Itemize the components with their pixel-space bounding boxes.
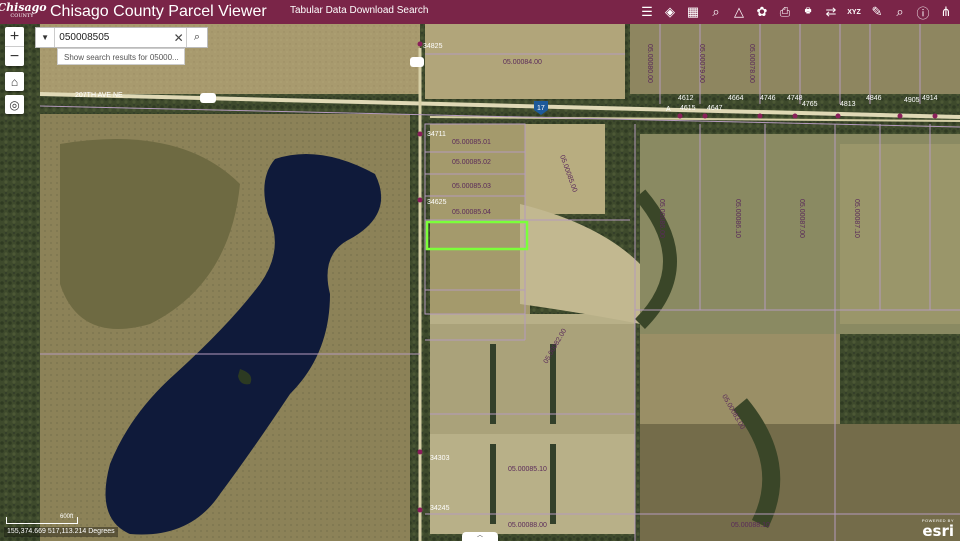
search-source-dropdown[interactable]: ▼ [36,28,56,47]
address-label: 4914 [922,95,938,102]
search-submit-button[interactable]: ⌕ [185,28,207,47]
address-label: 34303 [430,455,450,462]
palette-icon: ✿ [756,4,768,19]
share-icon: ⋔ [940,4,952,19]
print-icon: ⎙ [779,4,791,19]
address-label: 4846 [866,95,882,102]
measure-button[interactable]: △ [729,2,749,22]
app-header: Chisago COUNTY Chisago County Parcel View… [0,0,960,24]
directions-button[interactable]: ⇄ [821,2,841,22]
address-label: 4647 [707,105,723,112]
chevron-down-icon: ▼ [41,33,50,42]
parcel-label: 05.00085.10 [508,466,547,473]
close-icon: ✕ [173,30,184,45]
address-label: 4813 [840,101,856,108]
print-button[interactable]: ⎙ [775,2,795,22]
search-button[interactable]: ⌕ [890,2,910,22]
esri-logo: POWERED BY esri [922,518,954,541]
address-label: 34625 [427,199,447,206]
clear-search-button[interactable]: ✕ [171,31,186,45]
home-icon: ⌂ [10,74,19,89]
measure-icon: △ [734,4,744,19]
parcel-label: 05.00085.04 [452,209,491,216]
directions-icon: ⇄ [825,4,837,19]
coordinate-readout: 155,374.669 517,113.214 Degrees [4,527,118,537]
zoom-control: + − [5,27,24,66]
locate-icon: ◎ [9,97,20,112]
tabular-download-link[interactable]: Tabular Data Download Search [290,5,428,16]
layers-icon: ◈ [665,4,675,19]
draw-icon: ✎ [871,4,883,19]
info-icon: ⓘ [916,5,930,21]
search-suggestion[interactable]: Show search results for 05000... [57,48,185,65]
basemap-gallery-icon: ▦ [686,4,700,19]
zoom-out-button[interactable]: − [5,46,24,66]
route-17-label: 17 [537,105,545,112]
palette-button[interactable]: ✿ [752,2,772,22]
road-label-207th-ave: 207TH AVE NE [75,92,123,99]
parcel-label: 05.00086.10 [734,199,741,238]
address-label: 4905 [904,97,920,104]
parcel-label: 05.00088.10 [731,522,770,529]
parcel-label: 05.00085.01 [452,139,491,146]
printer-icon: 🖶 [804,7,812,15]
map-view[interactable]: 05.00084.00 05.00085.01 05.00085.02 05.0008… [0,24,960,541]
attribution-toggle[interactable]: ︿ [462,532,498,541]
search-icon: ⌕ [193,31,201,43]
layers-button[interactable]: ◈ [660,2,680,22]
county-logo[interactable]: Chisago COUNTY [0,0,47,24]
parcel-label: 05.00080.00 [646,44,653,83]
query-button[interactable]: ⌕ [706,2,726,22]
address-label: 4748 [787,95,803,102]
query-icon: ⌕ [712,4,720,19]
scale-label: 600ft [60,514,74,520]
address-label: 4746 [760,95,776,102]
route-9-label: 9 [205,96,209,103]
parcel-label: 05.00088.00 [508,522,547,529]
zoom-in-button[interactable]: + [5,27,24,46]
address-label: 34825 [423,43,443,50]
draw-button[interactable]: ✎ [867,2,887,22]
road-label-a: A [666,106,671,113]
search-widget: ▼ ✕ ⌕ [35,27,208,48]
parcel-label: 05.00078.00 [748,44,755,83]
address-label: 4612 [678,95,694,102]
parcel-label: 05.00086.00 [658,199,665,238]
home-button[interactable]: ⌂ [5,72,24,91]
coordinate-xyz-button[interactable]: XYZ [844,2,864,22]
parcel-label: 05.00087.10 [853,199,860,238]
search-input[interactable] [55,32,172,43]
info-button[interactable]: ⓘ [913,2,933,22]
app-title: Chisago County Parcel Viewer [50,3,267,20]
parcel-label: 05.00085.03 [452,183,491,190]
address-label: 4765 [802,101,818,108]
address-label: 34245 [430,505,450,512]
route-49-label: 49 [413,60,421,67]
parcel-label: 05.00084.00 [503,59,542,66]
share-button[interactable]: ⋔ [936,2,956,22]
basemap-gallery-button[interactable]: ▦ [683,2,703,22]
address-label: 4664 [728,95,744,102]
list-icon: ☰ [641,4,653,19]
locate-button[interactable]: ◎ [5,95,24,114]
toolbar: ☰ ◈ ▦ ⌕ △ ✿ ⎙ 🖶 ⇄ XYZ ✎ ⌕ ⓘ ⋔ [637,0,956,24]
list-button[interactable]: ☰ [637,2,657,22]
address-label: 34711 [427,131,446,138]
parcel-label: 05.00087.00 [798,199,805,238]
esri-text: esri [922,522,954,540]
coordinate-xyz-icon: XYZ [847,8,861,16]
address-label: 4615 [680,105,696,112]
aerial-imagery: 05.00084.00 05.00085.01 05.00085.02 05.0008… [0,24,960,541]
printer-button[interactable]: 🖶 [798,2,818,22]
parcel-label: 05.00085.02 [452,159,491,166]
search-icon: ⌕ [896,4,904,19]
parcel-label: 05.00079.00 [698,44,705,83]
